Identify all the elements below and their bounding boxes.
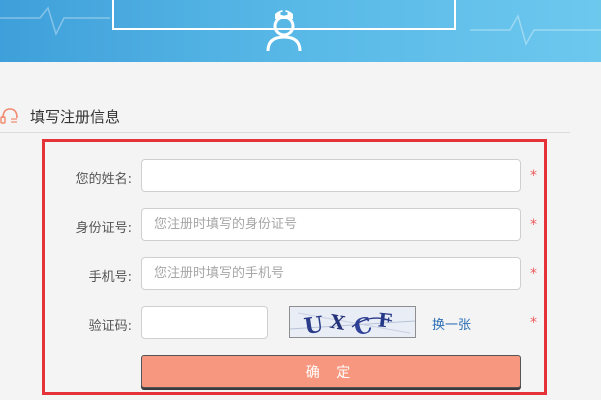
captcha-required-mark: * — [530, 315, 537, 331]
captcha-label: 验证码: — [88, 319, 132, 334]
name-input[interactable] — [141, 159, 521, 192]
captcha-input[interactable] — [141, 306, 268, 339]
nurse-icon — [266, 10, 302, 52]
refresh-captcha-link[interactable]: 换一张 — [432, 314, 471, 333]
id-required-mark: * — [530, 217, 537, 233]
captcha-char-1: U — [302, 312, 325, 337]
section-heading: 填写注册信息 — [0, 100, 570, 133]
phone-required-mark: * — [530, 266, 537, 282]
captcha-char-2: X — [328, 311, 347, 335]
captcha-graphic: U X C F — [290, 309, 415, 337]
header-banner — [0, 0, 601, 62]
name-label: 您的姓名: — [75, 172, 132, 187]
phone-label: 手机号: — [88, 270, 132, 285]
phone-input[interactable] — [141, 257, 521, 290]
submit-button[interactable]: 确 定 — [141, 355, 521, 388]
id-number-input[interactable] — [141, 208, 521, 241]
name-required-mark: * — [530, 168, 537, 184]
id-label: 身份证号: — [75, 221, 132, 236]
captcha-image[interactable]: U X C F — [289, 306, 416, 338]
headset-icon — [0, 108, 18, 124]
section-title: 填写注册信息 — [30, 108, 121, 126]
section-divider — [0, 132, 570, 133]
